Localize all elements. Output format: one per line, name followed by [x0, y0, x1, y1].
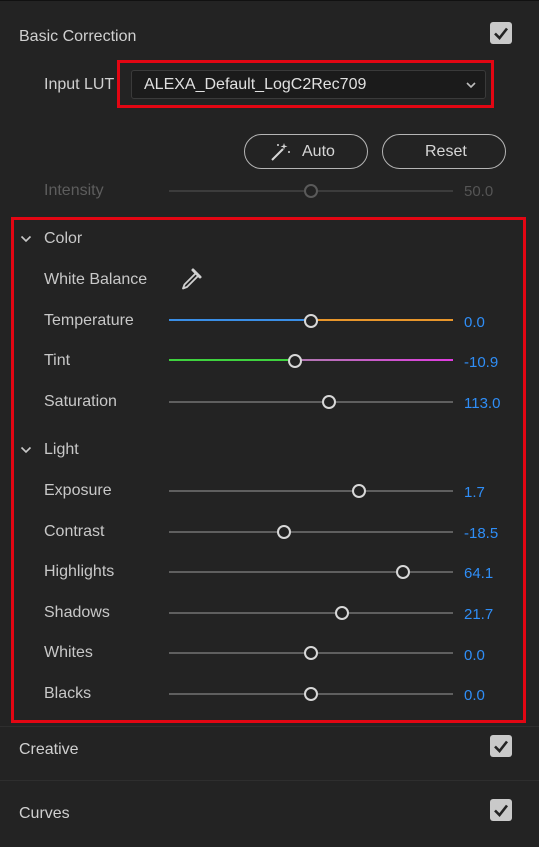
exposure-value[interactable]: 1.7 [464, 484, 485, 501]
intensity-value[interactable]: 50.0 [464, 183, 493, 200]
whites-label: Whites [44, 644, 93, 661]
tint-label: Tint [44, 352, 71, 369]
checkmark-icon [494, 27, 509, 40]
basic-correction-checkbox[interactable] [490, 22, 512, 44]
temperature-track-warm [311, 319, 453, 321]
intensity-label: Intensity [44, 182, 104, 199]
saturation-value[interactable]: 113.0 [464, 395, 500, 412]
highlights-label: Highlights [44, 563, 115, 580]
chevron-down-icon [20, 446, 32, 454]
shadows-slider-track [169, 612, 453, 614]
temperature-value[interactable]: 0.0 [464, 314, 485, 331]
white-balance-label: White Balance [44, 271, 148, 288]
top-border [0, 0, 539, 1]
shadows-label: Shadows [44, 604, 110, 621]
tint-value[interactable]: -10.9 [464, 354, 498, 371]
intensity-slider-handle[interactable] [304, 184, 318, 198]
auto-button-label: Auto [302, 143, 335, 160]
checkmark-icon [494, 740, 509, 753]
reset-button-label: Reset [425, 143, 467, 160]
section-title-creative: Creative [19, 741, 79, 758]
section-divider [0, 780, 539, 781]
exposure-slider-track [169, 490, 453, 492]
curves-checkbox[interactable] [490, 799, 512, 821]
blacks-slider-handle[interactable] [304, 687, 318, 701]
section-title-curves: Curves [19, 805, 70, 822]
tint-track-green [169, 359, 295, 361]
creative-checkbox[interactable] [490, 735, 512, 757]
temperature-slider-handle[interactable] [304, 314, 318, 328]
contrast-value[interactable]: -18.5 [464, 525, 498, 542]
contrast-slider-handle[interactable] [277, 525, 292, 539]
contrast-slider-track [169, 531, 453, 533]
checkmark-icon [494, 804, 509, 817]
shadows-value[interactable]: 21.7 [464, 606, 493, 623]
highlight-box-lut [117, 60, 494, 108]
exposure-label: Exposure [44, 482, 112, 499]
blacks-value[interactable]: 0.0 [464, 687, 485, 704]
saturation-slider-track [169, 401, 453, 403]
color-group-title: Color [44, 230, 83, 247]
input-lut-label: Input LUT [44, 76, 115, 93]
temperature-label: Temperature [44, 312, 134, 329]
section-title-basic-correction: Basic Correction [19, 28, 137, 45]
chevron-down-icon [20, 235, 32, 243]
eyedropper-icon[interactable] [178, 266, 204, 292]
temperature-track-cold [169, 319, 311, 321]
reset-button[interactable]: Reset [382, 134, 506, 169]
contrast-label: Contrast [44, 523, 105, 540]
blacks-label: Blacks [44, 685, 92, 702]
light-group-title: Light [44, 441, 79, 458]
section-divider [0, 726, 539, 727]
whites-slider-handle[interactable] [304, 646, 318, 660]
tint-track-magenta [295, 359, 453, 361]
whites-value[interactable]: 0.0 [464, 647, 485, 664]
magic-wand-icon [271, 143, 290, 161]
highlights-value[interactable]: 64.1 [464, 565, 493, 582]
saturation-label: Saturation [44, 393, 117, 410]
auto-button[interactable]: Auto [244, 134, 368, 169]
highlights-slider-track [169, 571, 453, 573]
